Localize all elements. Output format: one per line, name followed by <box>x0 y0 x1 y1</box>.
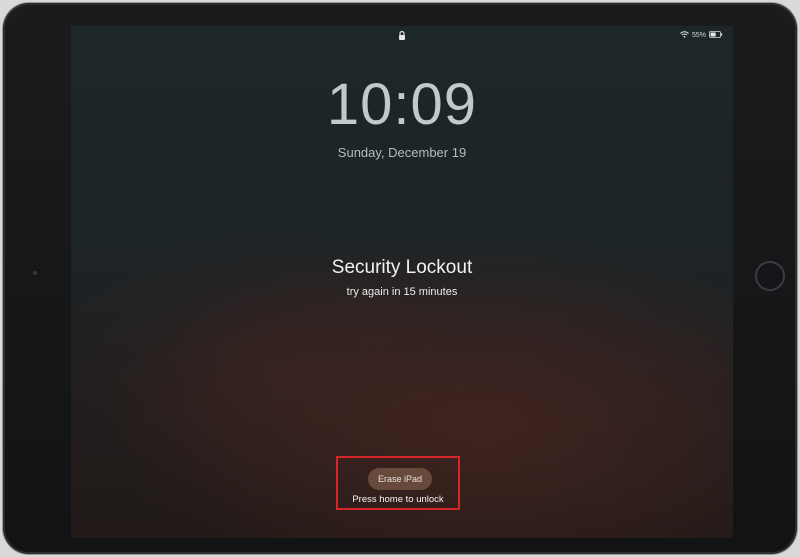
lockout-subtitle: try again in 15 minutes <box>346 286 458 298</box>
lock-screen: 55% 10:09 Sunday, December 19 Security L… <box>71 26 733 538</box>
wifi-icon <box>680 31 689 40</box>
lock-icon <box>397 30 407 42</box>
erase-ipad-button[interactable]: Erase iPad <box>368 468 432 490</box>
front-camera <box>33 271 37 275</box>
home-button[interactable] <box>755 261 785 291</box>
lock-screen-date: Sunday, December 19 <box>337 145 467 160</box>
status-indicators: 55% <box>680 31 723 40</box>
battery-percent: 55% <box>691 32 706 39</box>
press-home-hint: Press home to unlock <box>352 494 444 505</box>
lock-screen-time: 10:09 <box>326 72 478 137</box>
battery-icon <box>709 31 723 40</box>
status-bar: 55% <box>71 30 733 44</box>
ipad-device: 55% 10:09 Sunday, December 19 Security L… <box>3 3 797 554</box>
lockout-title: Security Lockout <box>331 257 473 278</box>
